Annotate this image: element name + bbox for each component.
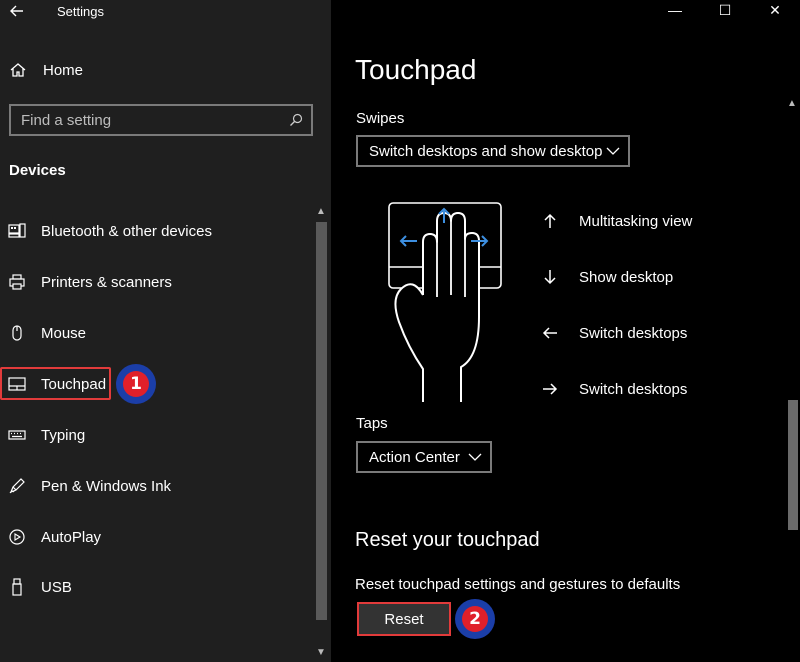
page-title: Touchpad [355,54,477,85]
sidebar-scrollbar[interactable]: ▲ ▼ [313,205,329,660]
arrow-left-icon [542,327,557,339]
arrow-up-icon [544,213,556,228]
swipes-label: Swipes [356,110,405,127]
minimize-button[interactable]: — [655,0,695,22]
sidebar-item-pen[interactable]: Pen & Windows Ink [0,469,312,503]
autoplay-icon [9,529,25,545]
sidebar-item-bluetooth[interactable]: Bluetooth & other devices [0,214,312,248]
sidebar-item-label: Typing [41,427,86,444]
search-icon[interactable] [289,113,303,127]
bluetooth-devices-icon [8,223,26,238]
window-controls: — ☐ ✕ [650,0,800,22]
step-badge-number: 2 [462,606,488,632]
sidebar-item-usb[interactable]: USB [0,570,312,604]
home-nav-item[interactable]: Home [0,56,320,84]
sidebar-item-label: Printers & scanners [41,274,172,291]
pen-icon [9,478,25,494]
arrow-right-icon [543,383,558,395]
sidebar: Settings Home Devices Bluetooth & other … [0,0,331,662]
reset-button[interactable]: Reset [357,602,451,636]
taps-label: Taps [356,415,388,432]
step-badge-1: 1 [116,364,156,404]
scrollbar-thumb[interactable] [316,222,327,620]
reset-section-heading: Reset your touchpad [355,529,540,551]
maximize-button[interactable]: ☐ [705,0,745,22]
legend-text: Show desktop [579,269,674,286]
sidebar-item-autoplay[interactable]: AutoPlay [0,520,312,554]
sidebar-item-label: Bluetooth & other devices [41,223,212,240]
main-scrollbar[interactable]: ▲ [784,95,800,662]
titlebar-left: Settings [0,0,331,24]
search-input[interactable] [21,111,281,129]
close-button[interactable]: ✕ [755,0,795,22]
sidebar-item-label: Mouse [41,325,87,342]
usb-icon [12,578,22,596]
step-badge-2: 2 [455,599,495,639]
scroll-down-icon[interactable]: ▼ [315,648,327,658]
back-arrow-icon[interactable] [8,2,26,20]
mouse-icon [12,325,22,341]
swipes-dropdown[interactable]: Switch desktops and show desktop [356,135,630,167]
scroll-up-icon[interactable]: ▲ [315,207,327,217]
swipes-selected-value: Switch desktops and show desktop [369,143,603,160]
arrow-down-icon [544,270,556,285]
sidebar-item-label: USB [41,579,72,596]
keyboard-icon [8,430,26,440]
search-box [9,104,313,136]
section-heading-devices: Devices [9,162,66,179]
sidebar-item-typing[interactable]: Typing [0,418,312,452]
home-icon [10,63,26,77]
legend-text: Multitasking view [579,213,693,230]
three-finger-gesture-illustration [388,202,502,402]
sidebar-item-label: AutoPlay [41,529,102,546]
touchpad-highlight-box [0,367,111,400]
sidebar-item-label: Pen & Windows Ink [41,478,172,495]
taps-selected-value: Action Center [369,449,460,466]
sidebar-item-mouse[interactable]: Mouse [0,316,312,350]
scroll-up-icon[interactable]: ▲ [787,98,797,109]
chevron-down-icon [468,453,482,461]
home-label: Home [43,62,84,79]
scrollbar-thumb[interactable] [788,400,798,530]
sidebar-item-printers[interactable]: Printers & scanners [0,265,312,299]
app-title: Settings [57,4,104,19]
main-content: — ☐ ✕ Touchpad Swipes Switch desktops an… [331,0,800,662]
step-badge-number: 1 [123,371,149,397]
taps-dropdown[interactable]: Action Center [356,441,492,473]
legend-text: Switch desktops [579,325,688,342]
chevron-down-icon [606,147,620,155]
reset-description: Reset touchpad settings and gestures to … [355,576,681,593]
printer-icon [9,274,25,290]
legend-text: Switch desktops [579,381,688,398]
